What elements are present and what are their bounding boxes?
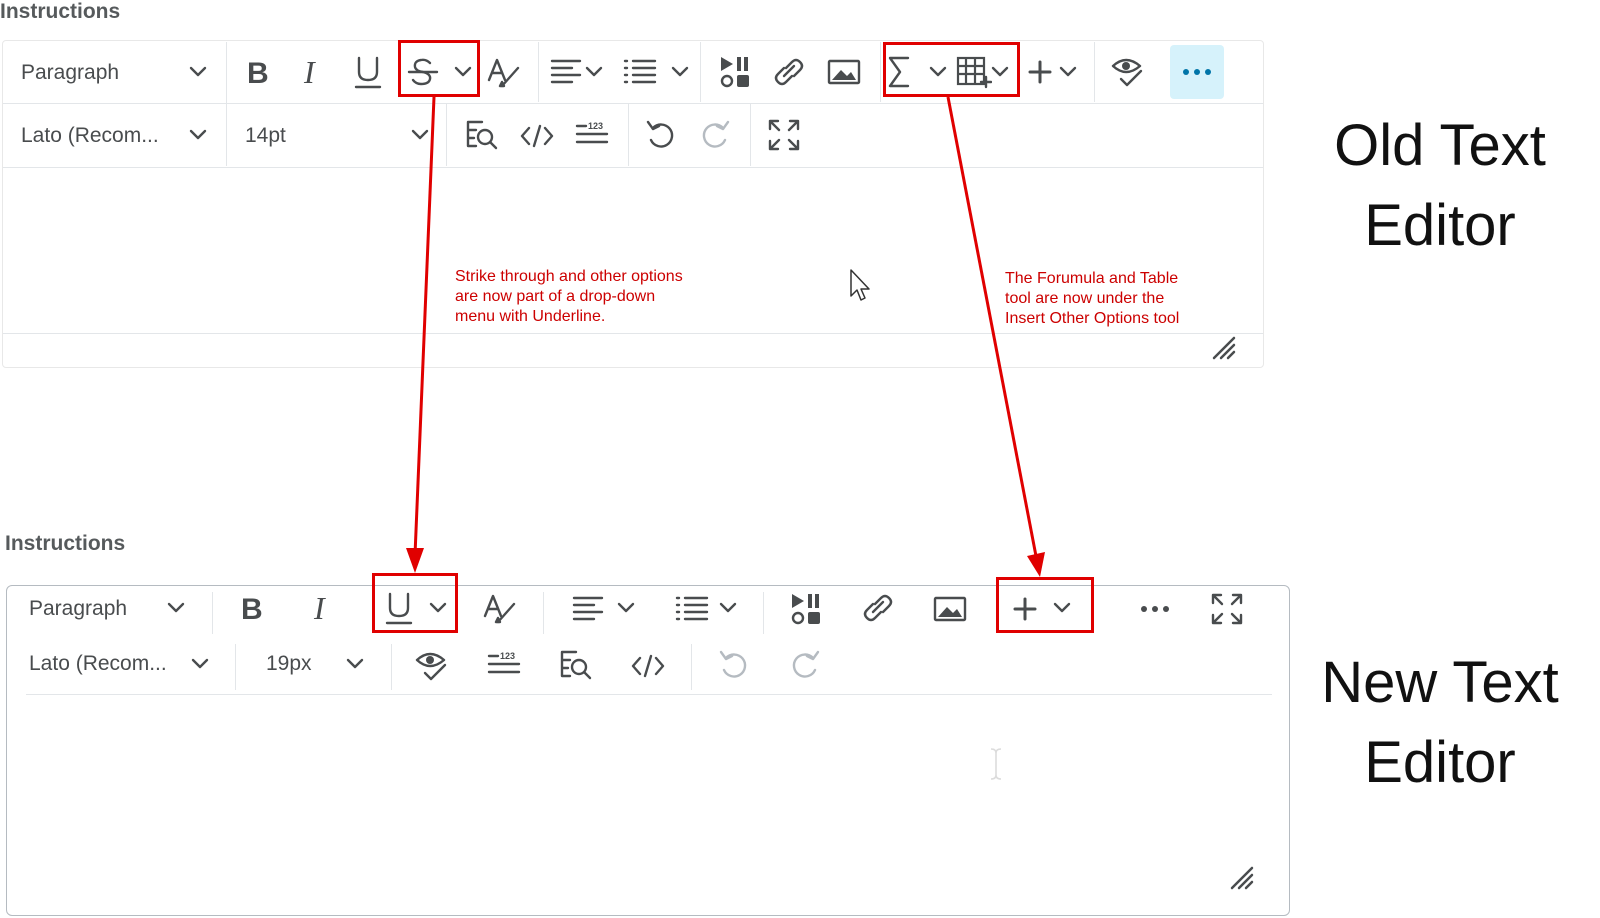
old-editor-title: Old Text Editor [1334, 113, 1546, 258]
insert-options-note: The Forumula and Table tool are now unde… [1005, 270, 1180, 327]
strike-through-note: Strike through and other options are now… [455, 268, 683, 325]
new-editor-title: New Text Editor [1321, 650, 1559, 795]
